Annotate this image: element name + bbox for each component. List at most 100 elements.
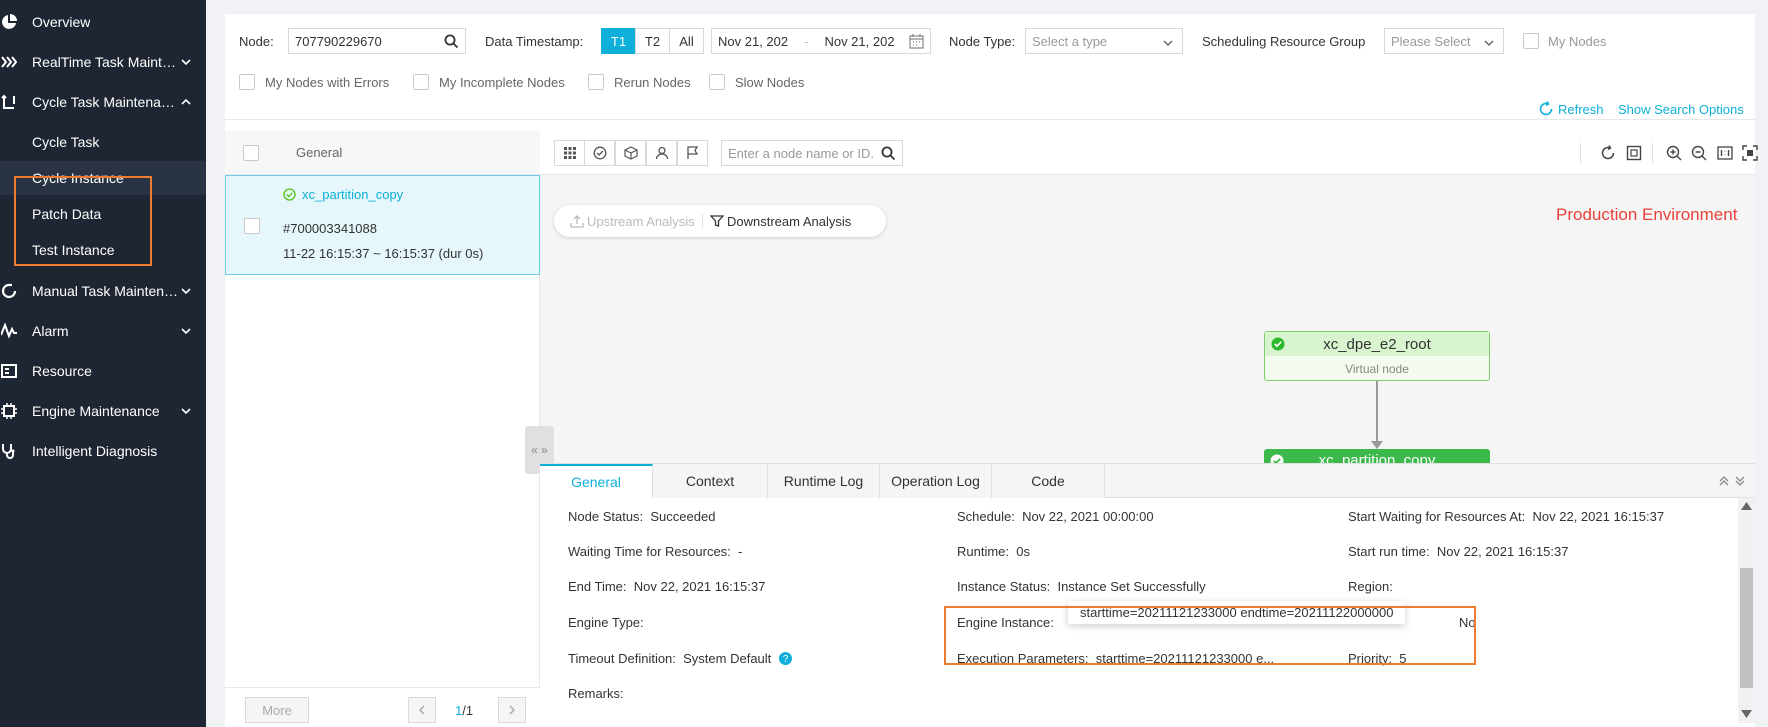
filter-bar: Node: 707790229670 Data Timestamp: T1 T2… — [225, 14, 1755, 120]
tab-runtime-log[interactable]: Runtime Log — [768, 464, 880, 498]
field-label: Runtime: — [957, 544, 1010, 559]
zoom-in-icon[interactable] — [1664, 143, 1684, 163]
instance-id: #700003341088 — [283, 221, 377, 236]
success-icon — [283, 188, 296, 201]
nodes-with-errors-checkbox[interactable] — [239, 74, 255, 90]
nav-realtime-task[interactable]: RealTime Task Mainten... — [0, 45, 206, 79]
my-nodes-checkbox[interactable] — [1523, 33, 1539, 49]
search-icon[interactable] — [444, 34, 459, 49]
nav-resource[interactable]: Resource — [0, 354, 206, 388]
nav-intelligent-diagnosis[interactable]: Intelligent Diagnosis — [0, 434, 206, 468]
scroll-up-icon[interactable] — [1741, 502, 1752, 510]
nav-label: Alarm — [32, 323, 69, 339]
refresh-icon — [0, 282, 18, 300]
slow-nodes-checkbox[interactable] — [709, 74, 725, 90]
node-type-select[interactable]: Select a type — [1025, 28, 1183, 54]
field-label: Start run time: — [1348, 544, 1430, 559]
node-type-label: Node Type: — [949, 34, 1016, 49]
refresh-link[interactable]: Refresh — [1558, 102, 1604, 117]
field-value: Nov 22, 2021 00:00:00 — [1022, 509, 1154, 524]
tab-context[interactable]: Context — [653, 464, 768, 498]
t1-button[interactable]: T1 — [601, 28, 636, 54]
tab-code[interactable]: Code — [992, 464, 1105, 498]
nav-engine-maintenance[interactable]: Engine Maintenance — [0, 394, 206, 428]
graph-search-input[interactable]: Enter a node name or ID. — [721, 140, 903, 166]
expand-up-icon[interactable] — [1718, 475, 1730, 487]
prev-page-button[interactable] — [408, 697, 436, 723]
dag-edge — [1376, 381, 1378, 446]
list-header: General — [225, 131, 540, 175]
node-name: xc_partition_copy — [1318, 452, 1436, 463]
cube-button[interactable] — [615, 140, 646, 166]
upstream-analysis-button[interactable]: Upstream Analysis — [587, 214, 695, 229]
field-label: Remarks: — [568, 686, 624, 701]
chip-icon — [0, 402, 18, 420]
t2-button[interactable]: T2 — [635, 28, 670, 54]
downstream-analysis-button[interactable]: Downstream Analysis — [727, 214, 851, 229]
main-content: Node: 707790229670 Data Timestamp: T1 T2… — [225, 14, 1758, 727]
nav-cycle-task[interactable]: Cycle Task — [0, 125, 206, 159]
actual-size-icon[interactable] — [1715, 143, 1735, 163]
engine-type-field: Engine Type: — [568, 615, 644, 630]
check-node-button[interactable] — [584, 140, 615, 166]
tab-general[interactable]: General — [540, 464, 653, 498]
highlight-box — [14, 176, 152, 266]
select-all-checkbox[interactable] — [243, 145, 259, 161]
node-name: xc_dpe_e2_root — [1323, 335, 1431, 353]
tab-operation-log[interactable]: Operation Log — [880, 464, 992, 498]
help-icon[interactable]: ? — [778, 652, 792, 665]
field-value: 0s — [1016, 544, 1030, 559]
nav-manual-task[interactable]: Manual Task Maintenan... — [0, 274, 206, 308]
resource-group-select[interactable]: Please Select — [1384, 28, 1504, 54]
collapse-down-icon[interactable] — [1734, 475, 1746, 487]
nodes-with-errors-label: My Nodes with Errors — [265, 75, 390, 90]
show-search-options-link[interactable]: Show Search Options — [1618, 102, 1744, 117]
nav-alarm[interactable]: Alarm — [0, 314, 206, 348]
screenshot-icon[interactable] — [1624, 143, 1644, 163]
start-run-field: Start run time: Nov 22, 2021 16:15:37 — [1348, 544, 1568, 559]
dag-node-child[interactable]: xc_partition_copy — [1264, 449, 1490, 463]
instance-list-panel: General xc_partition_copy #700003341088 … — [225, 131, 540, 727]
owner-button[interactable] — [646, 140, 677, 166]
filter-icon — [710, 215, 724, 227]
date-range-picker[interactable]: Nov 21, 202 - Nov 21, 202 — [711, 28, 931, 54]
row-checkbox[interactable] — [244, 218, 260, 234]
next-page-button[interactable] — [498, 697, 526, 723]
scroll-thumb[interactable] — [1740, 568, 1753, 688]
pie-chart-icon — [0, 13, 18, 31]
dag-node-root[interactable]: xc_dpe_e2_root Virtual node — [1264, 331, 1490, 381]
incomplete-nodes-checkbox[interactable] — [413, 74, 429, 90]
instance-name[interactable]: xc_partition_copy — [302, 187, 403, 202]
all-button[interactable]: All — [669, 28, 704, 54]
more-button[interactable]: More — [245, 697, 309, 723]
zoom-out-icon[interactable] — [1689, 143, 1709, 163]
grid-icon — [563, 147, 576, 159]
rerun-nodes-checkbox[interactable] — [588, 74, 604, 90]
fit-screen-icon[interactable] — [1740, 143, 1760, 163]
refresh-icon[interactable] — [1538, 101, 1554, 117]
reload-icon[interactable] — [1598, 143, 1618, 163]
region-field: Region: — [1348, 579, 1393, 594]
node-input[interactable]: 707790229670 — [288, 28, 466, 54]
toolbar-divider — [1580, 143, 1581, 163]
list-item[interactable]: xc_partition_copy #700003341088 11-22 16… — [225, 175, 540, 275]
success-icon — [1271, 337, 1285, 351]
dag-graph-area[interactable]: Enter a node name or ID. Upstream Analys… — [540, 131, 1758, 463]
search-icon[interactable] — [881, 146, 896, 161]
highlight-box — [944, 606, 1476, 665]
vertical-scrollbar[interactable] — [1738, 498, 1755, 723]
node-type: Virtual node — [1345, 362, 1409, 376]
scroll-down-icon[interactable] — [1741, 710, 1752, 718]
cube-icon — [623, 146, 638, 160]
grid-layout-button[interactable] — [554, 140, 585, 166]
nav-cycle-task-maintenance[interactable]: Cycle Task Maintenance — [0, 85, 206, 119]
nav-overview[interactable]: Overview — [0, 5, 206, 39]
chevron-down-icon — [181, 408, 191, 415]
flag-button[interactable] — [677, 140, 708, 166]
analysis-toggle: Upstream Analysis Downstream Analysis — [554, 205, 886, 237]
sidebar: Overview RealTime Task Mainten... Cycle … — [0, 0, 206, 727]
field-label: End Time: — [568, 579, 627, 594]
date-end: Nov 21, 202 — [824, 33, 895, 49]
toolbar-divider — [1652, 143, 1653, 163]
nav-label: Resource — [32, 363, 92, 379]
